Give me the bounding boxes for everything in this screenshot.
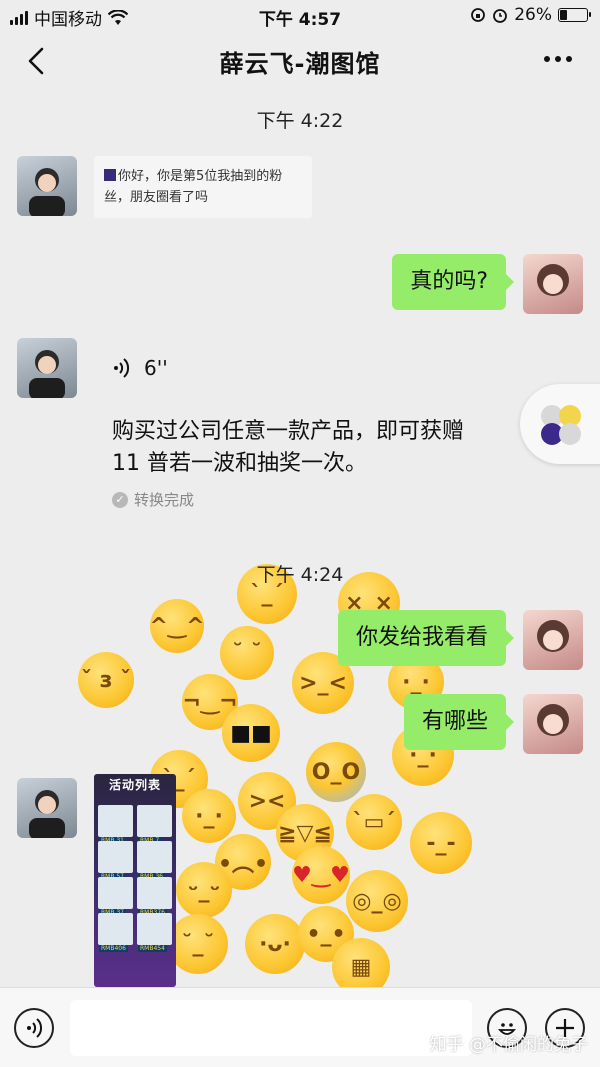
avatar[interactable] [17,778,77,838]
chat-area[interactable]: 下午 4:22 你好，你是第5位我抽到的粉丝，朋友圈看了吗 真的吗? 6'' 购… [0,94,600,987]
product-price: RMB406 [99,945,128,952]
message-text: 真的吗? [410,269,488,294]
voice-message[interactable]: 6'' [112,356,168,380]
emoji-icon: ◎_◎ [346,870,408,932]
battery-percent: 26% [514,5,552,25]
message-bubble[interactable]: 你好，你是第5位我抽到的粉丝，朋友圈看了吗 [94,156,312,218]
battery-icon [558,8,591,22]
emoji-icon: ■■ [222,704,280,762]
input-bar: 知乎 @不偷闲的兔子 [0,987,600,1067]
message-text: 你发给我看看 [355,625,488,650]
status-right: 26% [470,5,591,25]
avatar[interactable] [523,610,583,670]
voice-wave-icon [27,1018,43,1038]
emoji-icon: ˘_˘ [168,914,228,974]
product-thumbnail: RMB376 [137,877,172,916]
alarm-icon [493,9,508,23]
message-bubble[interactable]: 真的吗? [392,254,514,310]
poster-title: 活动列表 [108,778,161,792]
message-text: 你好，你是第5位我抽到的粉丝，朋友圈看了吗 [104,169,283,205]
message-input[interactable] [70,1000,472,1056]
product-thumbnail: RMB 7 [137,805,172,844]
avatar[interactable] [523,254,583,314]
more-options-icon[interactable] [544,56,572,62]
emoji-icon: O_O [306,742,366,802]
chat-header: 薛云飞-潮图馆 [0,30,600,94]
product-price: RMB454 [138,945,167,952]
voice-duration: 6'' [144,356,168,380]
product-thumbnail: RMB454 [137,913,172,952]
product-thumbnail: RMB 57 [98,841,133,880]
transcript-status: ✓ 转换完成 [112,489,194,510]
emoji-icon: ♥‿♥ [292,846,350,904]
chat-title: 薛云飞-潮图馆 [219,50,381,78]
voice-wave-icon [114,358,130,378]
floating-assistant-button[interactable] [520,384,600,464]
emoji-icon: ·ᴗ· [245,914,305,974]
sparkle-icon [104,169,116,181]
transcript-status-text: 转换完成 [134,491,195,509]
emoji-icon: ▦ [332,938,390,987]
avatar[interactable] [17,156,77,216]
rotation-lock-icon [471,8,486,22]
emoji-icon: ˘ ˘ [220,626,274,680]
product-thumbnail: RMB406 [98,913,133,952]
status-bar: 中国移动 下午 4:57 26% [0,0,600,30]
emoji-icon: ·_· [182,789,236,843]
check-icon: ✓ [112,491,128,508]
emoji-icon: ᵕ_ᵕ [176,862,232,918]
emoji-icon: -_- [410,812,472,874]
assistant-logo-icon [541,405,581,445]
emoji-icon: ˋ▭ˊ [346,794,402,850]
product-thumbnail: RMB 31 [98,805,133,844]
avatar[interactable] [523,694,583,754]
image-message[interactable]: 活动列表 RMB 31 RMB 7 RMB 57 RMB 36 RMB 37 R… [94,774,176,987]
timestamp: 下午 4:22 [256,110,344,132]
emoji-icon: ^‿^ [149,599,205,653]
voice-transcript: 购买过公司任意一款产品，即可获赠 11 普若一波和抽奖一次。 [112,419,465,476]
avatar[interactable] [17,338,77,398]
message-text: 有哪些 [421,709,488,734]
timestamp: 下午 4:24 [256,564,344,586]
emoji-icon: ˇ з ˇ [78,652,134,708]
product-thumbnail: RMB 36 [137,841,172,880]
message-bubble[interactable]: 你发给我看看 [337,610,515,666]
voice-input-button[interactable] [14,1008,54,1048]
product-thumbnail: RMB 37 [98,877,133,916]
message-bubble[interactable]: 有哪些 [403,694,515,750]
watermark: 知乎 @不偷闲的兔子 [429,1035,588,1055]
